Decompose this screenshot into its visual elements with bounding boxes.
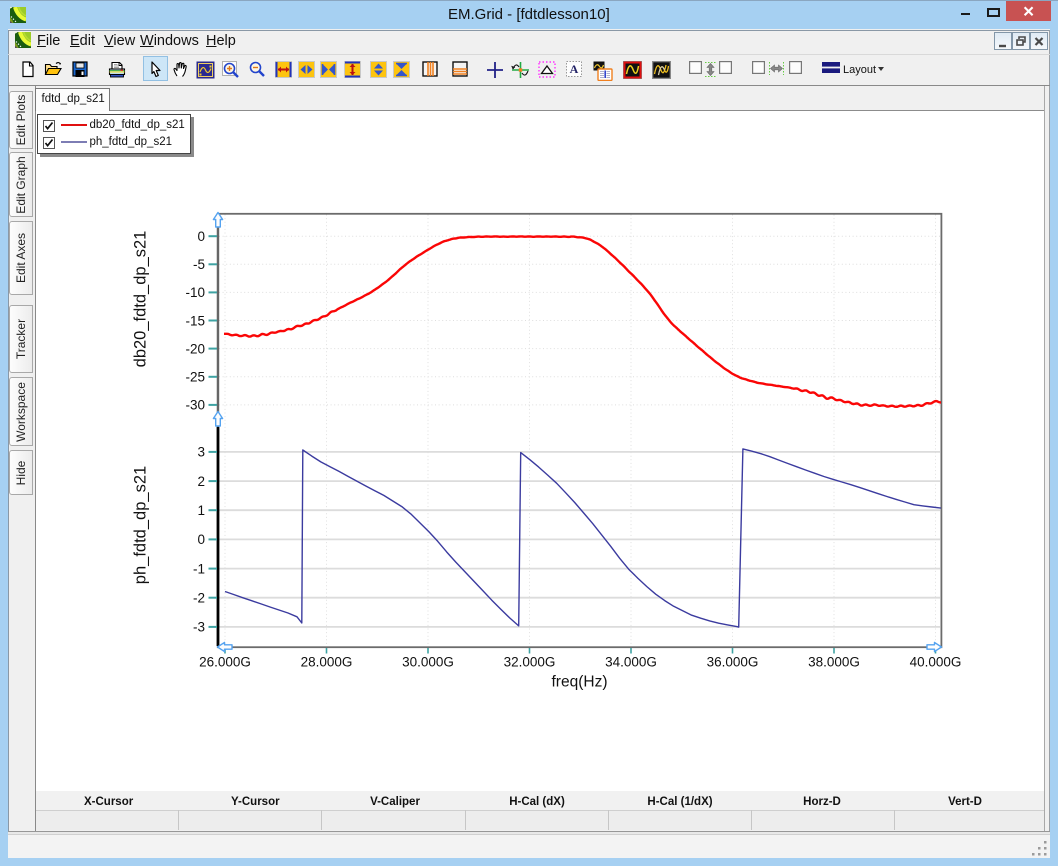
svg-text:-10: -10 <box>185 285 205 300</box>
svg-text:-3: -3 <box>193 620 205 635</box>
svg-text:2: 2 <box>197 474 205 489</box>
svg-text:-20: -20 <box>185 341 205 356</box>
svg-text:-30: -30 <box>185 398 205 413</box>
svg-text:28.000G: 28.000G <box>301 655 353 670</box>
svg-text:-25: -25 <box>185 370 205 385</box>
svg-text:3: 3 <box>197 445 205 460</box>
svg-text:26.000G: 26.000G <box>199 655 251 670</box>
svg-text:32.000G: 32.000G <box>504 655 556 670</box>
svg-text:0: 0 <box>197 532 205 547</box>
svg-text:40.000G: 40.000G <box>910 655 962 670</box>
svg-text:0: 0 <box>197 229 205 244</box>
svg-text:freq(Hz): freq(Hz) <box>552 674 608 691</box>
svg-text:1: 1 <box>197 503 205 518</box>
svg-text:-5: -5 <box>193 257 205 272</box>
svg-text:30.000G: 30.000G <box>402 655 454 670</box>
svg-text:36.000G: 36.000G <box>707 655 759 670</box>
svg-text:-15: -15 <box>185 313 205 328</box>
svg-text:-1: -1 <box>193 561 205 576</box>
svg-text:38.000G: 38.000G <box>808 655 860 670</box>
svg-text:-2: -2 <box>193 591 205 606</box>
svg-text:34.000G: 34.000G <box>605 655 657 670</box>
